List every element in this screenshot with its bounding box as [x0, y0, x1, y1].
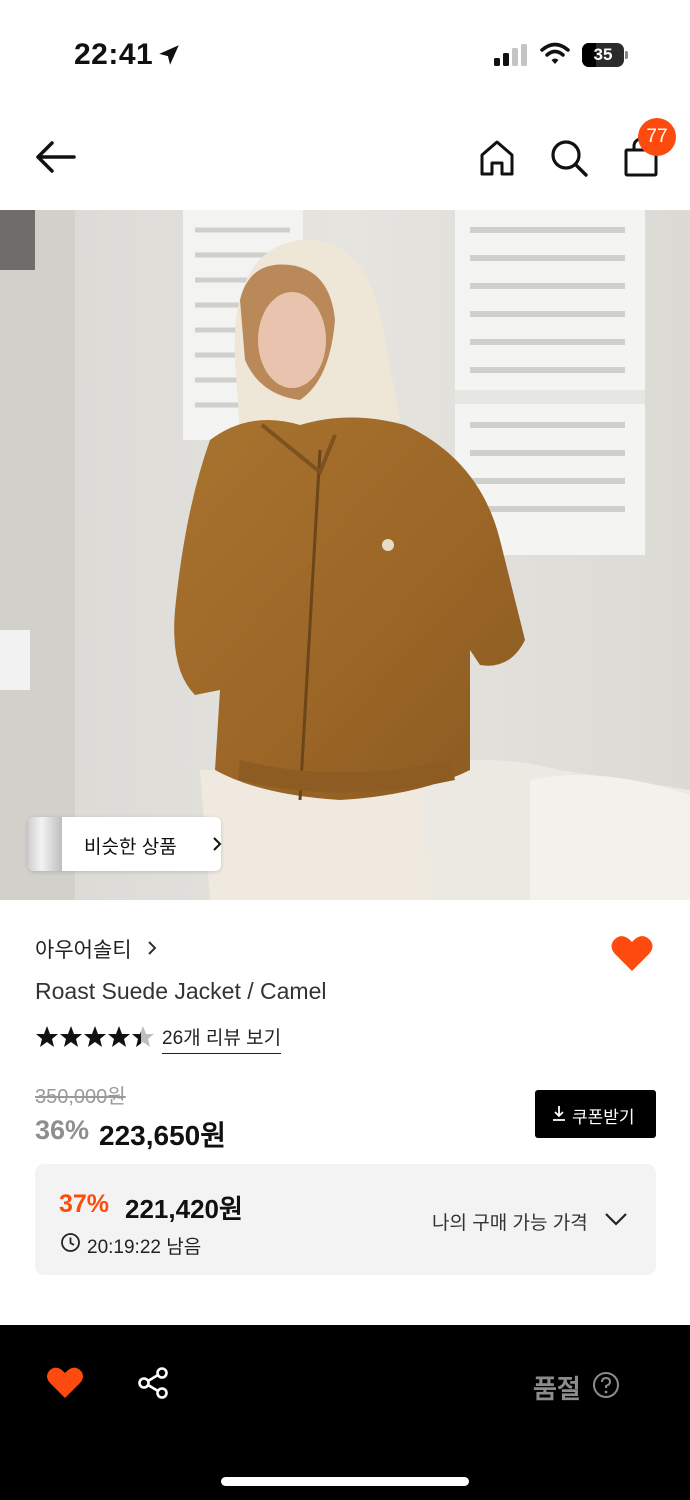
similar-products-label: 비슷한 상품: [84, 837, 177, 858]
my-discount-rate: 37%: [59, 1190, 110, 1218]
back-arrow-icon[interactable]: [32, 137, 78, 177]
discount-rate: 36%: [35, 1115, 90, 1145]
signal-icon: [494, 44, 527, 66]
sold-out-label: 품절: [533, 1374, 581, 1404]
cart-count-badge: 77: [638, 118, 676, 156]
bottom-action-bar: 품절: [0, 1325, 690, 1500]
coupon-download-button[interactable]: 쿠폰받기: [535, 1090, 656, 1138]
chevron-down-icon[interactable]: [604, 1211, 628, 1227]
sale-price: 223,650원: [99, 1120, 226, 1151]
product-image[interactable]: [0, 210, 690, 900]
star-icon: [60, 1026, 82, 1047]
star-icon: [108, 1026, 130, 1047]
star-icon: [36, 1026, 58, 1047]
similar-products-thumbnail: [28, 817, 62, 871]
brand-link[interactable]: 아우어솔티: [35, 934, 132, 964]
review-link[interactable]: 26개 리뷰 보기: [162, 1023, 282, 1054]
rating-stars: [36, 1026, 154, 1047]
wishlist-heart-icon[interactable]: [610, 933, 654, 973]
question-circle-icon[interactable]: [592, 1371, 620, 1399]
star-icon: [84, 1026, 106, 1047]
home-icon[interactable]: [476, 137, 518, 179]
product-photo: [0, 210, 690, 900]
location-arrow-icon: [159, 45, 179, 65]
product-name: Roast Suede Jacket / Camel: [35, 978, 327, 1004]
similar-products-button[interactable]: 비슷한 상품: [28, 817, 222, 871]
wifi-icon: [540, 42, 570, 64]
my-price: 221,420원: [125, 1194, 243, 1224]
status-time: 22:41: [74, 38, 154, 71]
home-indicator: [221, 1477, 469, 1486]
original-price: 350,000원: [35, 1086, 126, 1108]
battery-icon: 35: [582, 43, 628, 67]
top-navigation: [0, 105, 690, 210]
clock-icon: [61, 1233, 80, 1252]
coupon-button-label: 쿠폰받기: [572, 1108, 635, 1127]
my-price-box[interactable]: 37% 221,420원 20:19:22 남음 나의 구매 가능 가격: [35, 1164, 656, 1275]
search-icon[interactable]: [548, 137, 590, 179]
download-icon: [553, 1106, 565, 1121]
my-price-toggle-label[interactable]: 나의 구매 가능 가격: [432, 1208, 588, 1235]
share-icon[interactable]: [136, 1366, 170, 1400]
battery-level: 35: [593, 45, 613, 64]
chevron-right-icon: [213, 837, 222, 851]
time-remaining: 20:19:22 남음: [87, 1237, 202, 1258]
wishlist-heart-icon[interactable]: [46, 1365, 84, 1399]
status-bar: 22:41 35: [0, 0, 690, 105]
chevron-right-icon[interactable]: [147, 940, 157, 956]
